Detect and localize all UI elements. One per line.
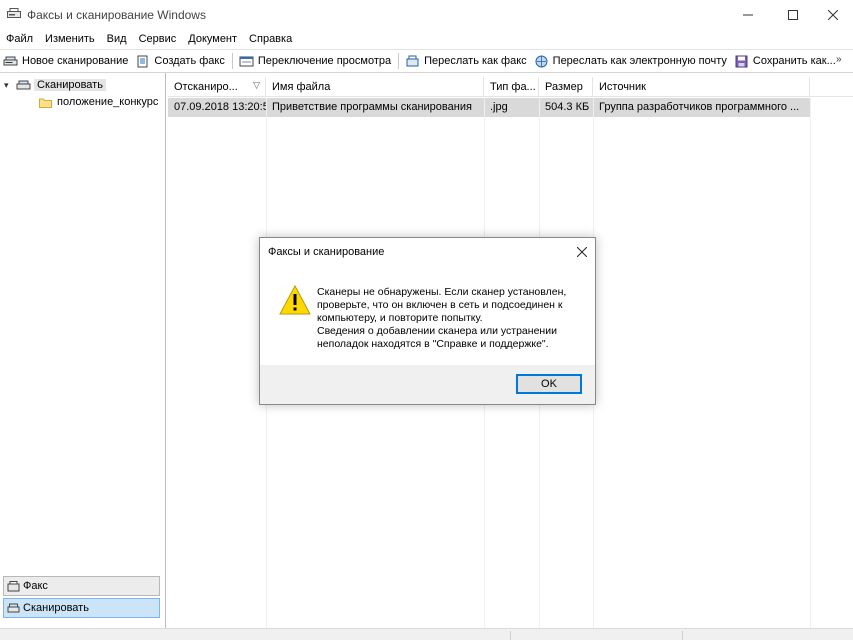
error-dialog: Факсы и сканирование Сканеры не обнаруже… [259, 237, 596, 405]
toolbar: Новое сканирование Создать факс Переключ… [0, 49, 853, 73]
menu-file[interactable]: Файл [0, 29, 39, 49]
column-header-scanned[interactable]: Отсканиро... ▽ [168, 77, 266, 97]
create-fax-label: Создать факс [154, 55, 225, 67]
minimize-icon [743, 14, 753, 15]
nav-scan-label: Сканировать [23, 602, 89, 614]
column-divider [810, 98, 811, 628]
folder-icon [39, 98, 52, 108]
dialog-message-line: Сведения о добавлении сканера или устран… [317, 325, 557, 350]
switch-view-label: Переключение просмотра [257, 55, 392, 67]
close-window-button[interactable] [810, 0, 853, 29]
tree-item-scan[interactable]: ▾ Сканировать [4, 77, 106, 93]
fax-icon [7, 580, 20, 591]
menu-document[interactable]: Документ [182, 29, 243, 49]
menu-help[interactable]: Справка [243, 29, 298, 49]
fax-icon [406, 55, 419, 66]
menu-tools[interactable]: Сервис [133, 29, 183, 49]
toolbar-separator [398, 53, 400, 69]
list-header: Отсканиро... ▽ Имя файла Тип фа... Разме… [168, 77, 853, 97]
menu-view[interactable]: Вид [101, 29, 133, 49]
save-as-label: Сохранить как... [752, 55, 836, 67]
scanner-icon [3, 56, 18, 65]
table-row[interactable]: 07.09.2018 13:20:56 Приветствие программ… [168, 98, 810, 117]
status-separator [510, 631, 511, 640]
save-as-button[interactable]: Сохранить как... [731, 50, 840, 72]
window-title: Факсы и сканирование Windows [27, 8, 206, 22]
cell-size: 504.3 КБ [545, 101, 590, 113]
forward-fax-label: Переслать как факс [424, 55, 527, 67]
dialog-message: Сканеры не обнаружены. Если сканер устан… [317, 286, 587, 351]
menu-bar: Файл Изменить Вид Сервис Документ Справк… [0, 29, 853, 49]
column-header-label: Имя файла [272, 81, 331, 93]
toolbar-overflow-chevron[interactable]: » [836, 54, 842, 65]
save-icon [735, 55, 748, 67]
status-separator [682, 631, 683, 640]
fax-scan-app-icon [7, 8, 21, 20]
new-scan-button[interactable]: Новое сканирование [0, 50, 132, 72]
forward-email-label: Переслать как электронную почту [552, 55, 727, 67]
nav-fax-button[interactable]: Факс [3, 576, 160, 596]
column-header-label: Отсканиро... [174, 81, 238, 93]
new-scan-label: Новое сканирование [22, 55, 129, 67]
toolbar-separator [231, 53, 233, 69]
column-header-file-type[interactable]: Тип фа... [484, 77, 539, 97]
folder-pane: ▾ Сканировать положение_конкурс Факс Ска… [0, 73, 166, 628]
tree-item-label: Сканировать [34, 79, 106, 91]
dialog-close-button[interactable] [573, 243, 591, 261]
column-header-label: Размер [545, 81, 583, 93]
nav-fax-label: Факс [23, 580, 48, 592]
dialog-title: Факсы и сканирование [268, 246, 385, 258]
column-header-source[interactable]: Источник [593, 77, 810, 97]
cell-file-name: Приветствие программы сканирования [272, 101, 472, 113]
view-toggle-icon [239, 56, 254, 66]
scanner-icon [7, 603, 20, 612]
email-globe-icon [535, 55, 548, 67]
column-header-label: Тип фа... [490, 81, 536, 93]
forward-email-button[interactable]: Переслать как электронную почту [531, 50, 731, 72]
create-fax-button[interactable]: Создать факс [132, 50, 228, 72]
cell-file-type: .jpg [490, 101, 508, 113]
tree-item-folder[interactable]: положение_конкурс [39, 94, 158, 110]
tree-item-label: положение_конкурс [57, 96, 159, 108]
title-bar: Факсы и сканирование Windows [0, 0, 853, 29]
column-header-size[interactable]: Размер [539, 77, 593, 97]
close-icon [828, 9, 838, 20]
sort-descending-icon: ▽ [253, 80, 260, 90]
dialog-message-line: Сканеры не обнаружены. Если сканер устан… [317, 286, 567, 324]
minimize-button[interactable] [725, 0, 771, 29]
close-icon [577, 247, 587, 257]
cell-source: Группа разработчиков программного ... [599, 101, 800, 113]
status-bar [0, 628, 853, 640]
column-header-file-name[interactable]: Имя файла [266, 77, 484, 97]
ok-button[interactable]: OK [516, 374, 582, 394]
document-icon [137, 55, 148, 67]
dialog-footer: OK [260, 365, 595, 404]
maximize-icon [788, 9, 798, 20]
menu-edit[interactable]: Изменить [39, 29, 101, 49]
scanner-icon [16, 80, 31, 89]
warning-icon [279, 285, 311, 315]
cell-scanned: 07.09.2018 13:20:56 [174, 101, 266, 113]
column-header-label: Источник [599, 81, 646, 93]
switch-view-button[interactable]: Переключение просмотра [236, 50, 395, 72]
forward-fax-button[interactable]: Переслать как факс [402, 50, 531, 72]
expand-toggle-icon[interactable]: ▾ [4, 80, 16, 91]
nav-scan-button[interactable]: Сканировать [3, 598, 160, 618]
